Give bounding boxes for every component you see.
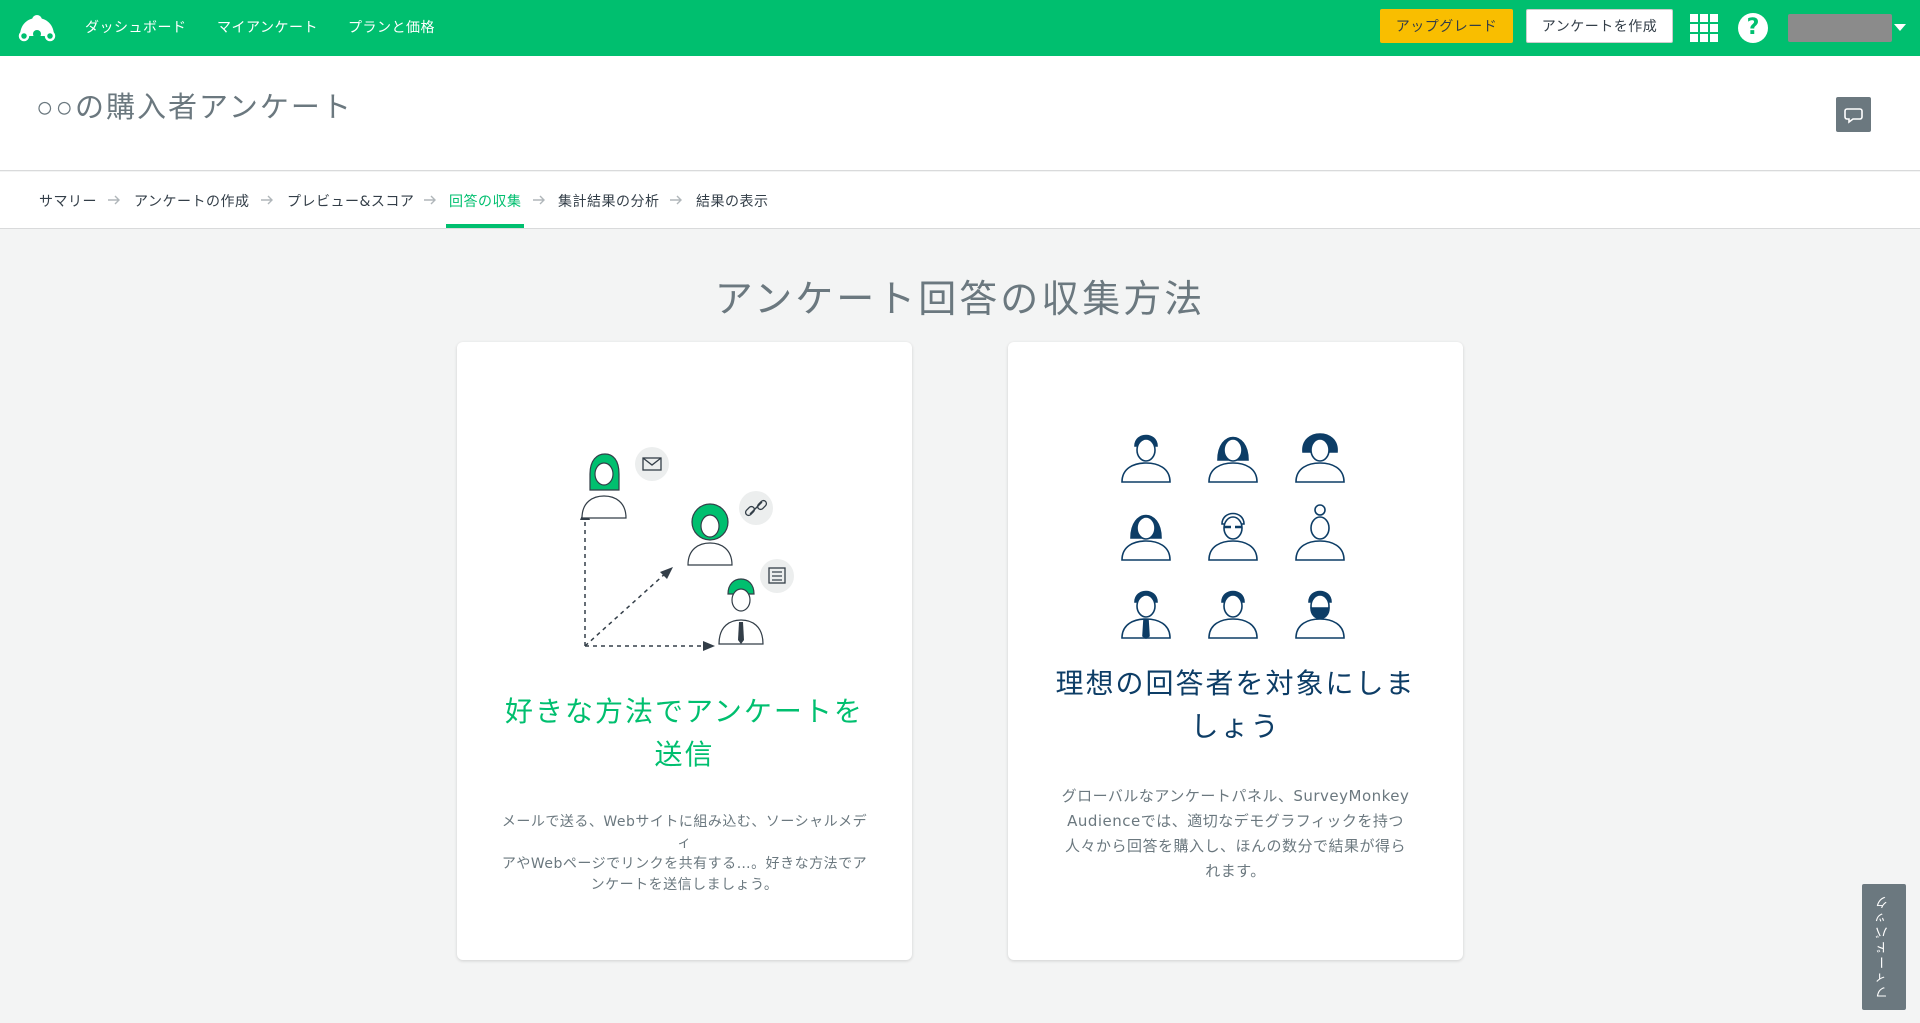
comment-button[interactable] [1836,97,1871,132]
audience-person-icon [1121,590,1171,639]
arrow-right-icon [261,195,273,205]
send-survey-title: 好きな方法でアンケートを 送信 [505,695,864,771]
target-audience-card[interactable]: 理想の回答者を対象にしま しょう グローバルなアンケートパネル、SurveyMo… [1008,342,1463,960]
top-navigation-bar: ダッシュボード マイアンケート プランと価格 アップグレード アンケートを作成 … [0,0,1920,56]
create-survey-button[interactable]: アンケートを作成 [1526,9,1673,43]
arrow-right-icon [108,195,120,205]
audience-person-icon [1121,514,1171,561]
arrow-right-icon [670,195,682,205]
chevron-down-icon[interactable] [1894,24,1906,31]
feedback-tab[interactable]: フィードバック [1862,884,1906,1010]
feedback-label: フィードバック [1876,894,1891,1000]
step-design-survey[interactable]: アンケートの作成 [134,191,249,211]
audience-person-icon [1208,436,1258,483]
arrow-right-icon [424,195,436,205]
target-audience-title: 理想の回答者を対象にしま しょう [1055,667,1416,743]
audience-person-icon [1295,504,1345,561]
audience-person-icon [1208,512,1258,561]
send-methods-illustration [580,447,794,651]
page-heading: アンケート回答の収集方法 [714,277,1206,321]
audience-person-icon [1295,433,1345,483]
upgrade-button[interactable]: アップグレード [1380,9,1513,43]
nav-plans-pricing[interactable]: プランと価格 [348,17,435,37]
step-navigation: サマリー アンケートの作成 プレビュー&スコア 回答の収集 集計結果の分析 結果… [0,172,1920,229]
account-menu[interactable] [1788,14,1892,42]
arrow-right-icon [533,195,545,205]
active-step-indicator [446,224,524,228]
send-survey-description: メールで送る、Webサイトに組み込む、ソーシャルメディ アやWebページでリンク… [501,814,868,893]
nav-my-surveys[interactable]: マイアンケート [217,17,318,37]
send-survey-card[interactable]: 好きな方法でアンケートを 送信 メールで送る、Webサイトに組み込む、ソーシャル… [457,342,912,960]
apps-grid-icon[interactable] [1690,14,1718,42]
survey-title[interactable]: ○○の購入者アンケート [36,84,353,126]
survey-header: ○○の購入者アンケート [0,56,1920,171]
nav-dashboard[interactable]: ダッシュボード [85,17,187,37]
step-summary[interactable]: サマリー [39,191,97,211]
help-icon[interactable]: ? [1738,13,1768,43]
audience-person-icon [1121,434,1171,483]
audience-people-grid-illustration [1121,433,1345,639]
step-collect-responses[interactable]: 回答の収集 [449,191,522,211]
audience-person-icon [1208,590,1258,639]
target-audience-description: グローバルなアンケートパネル、SurveyMonkey Audienceでは、適… [1061,787,1410,880]
step-preview-score[interactable]: プレビュー&スコア [287,191,414,211]
audience-person-icon [1295,590,1345,639]
step-analyze-results[interactable]: 集計結果の分析 [558,191,660,211]
surveymonkey-logo-icon[interactable] [16,10,58,44]
step-present-results[interactable]: 結果の表示 [696,191,769,211]
comment-icon [1844,108,1863,124]
